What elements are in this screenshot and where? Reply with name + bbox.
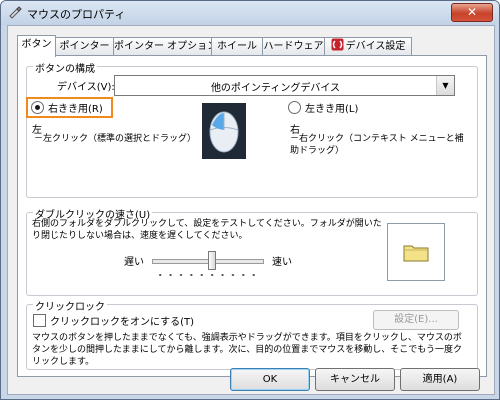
slider-ticks	[155, 274, 259, 276]
click-lock-group: クリックロック クリックロックをオンにする(T) 設定(E)... マウスのボタ…	[26, 298, 478, 370]
click-lock-checkbox[interactable]: クリックロックをオンにする(T)	[33, 313, 194, 328]
tab-label: ホイール	[217, 41, 257, 52]
tab-pointer-options[interactable]: ポインター オプション	[113, 37, 217, 56]
click-lock-settings-button[interactable]: 設定(E)...	[373, 310, 459, 330]
title-bar[interactable]: マウスのプロパティ ✕	[1, 1, 499, 25]
double-click-group: ダブルクリックの速さ(U) 右側のフォルダをダブルクリックして、設定をテストして…	[26, 206, 478, 296]
test-folder-area[interactable]	[387, 223, 445, 281]
button-config-group: ボタンの構成 デバイス(V): 他のポインティングデバイス ▼ 右きき用(R) …	[26, 60, 478, 198]
left-handed-radio[interactable]: 左きき用(L)	[288, 100, 358, 115]
dialog-client-area: ボタン ポインター ポインター オプション ホイール ハードウェア デバイス設定…	[7, 25, 495, 395]
tab-label: ハードウェア	[263, 41, 324, 52]
tab-device-settings[interactable]: デバイス設定	[324, 37, 412, 56]
click-lock-checkbox-label: クリックロックをオンにする(T)	[50, 317, 195, 328]
checkbox-box[interactable]	[33, 314, 46, 327]
mouse-image-icon	[202, 103, 246, 159]
device-label: デバイス(V):	[57, 82, 115, 93]
cancel-button[interactable]: キャンセル	[315, 368, 395, 391]
double-click-speed-slider[interactable]	[152, 250, 264, 278]
tab-pointers[interactable]: ポインター	[55, 37, 114, 56]
tab-buttons[interactable]: ボタン	[17, 35, 56, 57]
fast-label: 速い	[272, 257, 292, 268]
tab-label: ポインター	[59, 41, 110, 52]
buttons-tab-panel: ボタンの構成 デバイス(V): 他のポインティングデバイス ▼ 右きき用(R) …	[17, 55, 487, 377]
close-icon: ✕	[466, 5, 478, 19]
radio-unselected[interactable]	[288, 101, 301, 114]
tab-label: ボタン	[21, 39, 52, 50]
close-button[interactable]: ✕	[451, 3, 493, 22]
left-button-description: －左クリック（標準の選択とドラッグ）	[34, 134, 197, 144]
button-config-group-label: ボタンの構成	[33, 60, 97, 75]
ok-button[interactable]: OK	[230, 368, 310, 391]
folder-icon[interactable]	[403, 243, 429, 262]
mouse-properties-window: マウスのプロパティ ✕ ボタン ポインター ポインター オプション ホイール ハ…	[0, 0, 500, 400]
click-lock-description: マウスのボタンを押したままでなくても、強調表示やドラッグができます。項目をクリッ…	[32, 333, 463, 367]
settings-button-label: 設定(E)...	[394, 314, 438, 325]
apply-button[interactable]: 適用(A)	[400, 368, 480, 391]
right-handed-label: 右きき用(R)	[48, 104, 103, 115]
right-button-description: －右クリック（コンテキスト メニューと補助ドラッグ）	[290, 134, 464, 156]
double-click-description: 右側のフォルダをダブルクリックして、設定をテストしてください。フォルダが開いたり…	[32, 219, 382, 241]
tab-wheel[interactable]: ホイール	[211, 37, 263, 56]
combo-arrow-icon[interactable]: ▼	[436, 76, 454, 95]
window-title: マウスのプロパティ	[27, 8, 126, 21]
ok-button-label: OK	[262, 374, 278, 385]
cancel-button-label: キャンセル	[330, 374, 380, 385]
device-select-value: 他のポインティングデバイス	[210, 83, 341, 94]
device-settings-icon	[331, 38, 344, 51]
slow-label: 遅い	[124, 257, 144, 268]
right-handed-radio[interactable]: 右きき用(R)	[31, 100, 103, 115]
apply-button-label: 適用(A)	[422, 374, 458, 385]
device-select[interactable]: 他のポインティングデバイス ▼	[114, 75, 455, 96]
tab-label: ポインター オプション	[114, 41, 218, 52]
tab-hardware[interactable]: ハードウェア	[262, 37, 325, 56]
mouse-properties-icon	[9, 6, 22, 19]
tab-label: デバイス設定	[345, 41, 406, 52]
click-lock-group-label: クリックロック	[33, 298, 107, 313]
radio-selected[interactable]	[31, 101, 44, 114]
left-handed-label: 左きき用(L)	[305, 104, 359, 115]
slider-thumb[interactable]	[208, 251, 216, 270]
